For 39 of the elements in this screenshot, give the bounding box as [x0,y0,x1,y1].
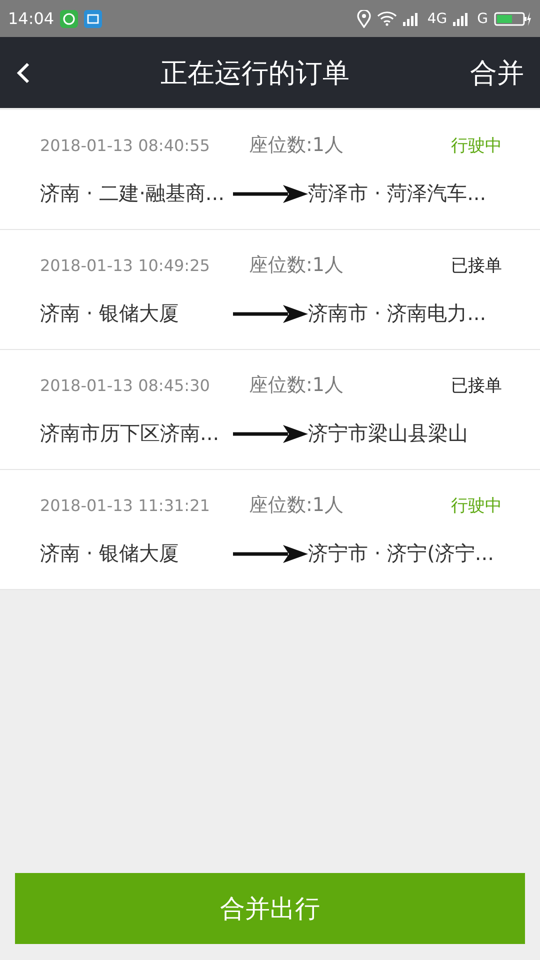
order-status: 行驶中 [451,494,502,516]
origin-text: 济南 · 银储大厦 [40,540,180,567]
origin-text: 济南市历下区济南... [40,420,220,447]
network-type: 4G [427,10,448,26]
destination-text: 济宁市梁山县梁山 [308,420,468,447]
page-title: 正在运行的订单 [160,56,350,90]
order-row[interactable]: 2018-01-13 08:45:30 座位数:1人 已接单 济南市历下区济南... 济宁市梁山县梁山 [0,350,540,470]
origin-text: 济南 · 二建·融基商... [40,180,226,207]
destination-text: 济宁市 · 济宁(济宁... [308,540,494,567]
order-datetime: 2018-01-13 08:40:55 [40,136,211,154]
app-notification-icon [60,10,78,28]
order-datetime: 2018-01-13 08:45:30 [40,376,211,394]
location-icon [357,10,372,28]
order-status: 行驶中 [451,134,502,156]
arrow-icon [233,544,308,564]
status-time: 14:04 [8,9,54,28]
origin-text: 济南 · 银储大厦 [40,300,180,327]
network-type: G [477,10,488,26]
wifi-icon [377,11,398,26]
order-datetime: 2018-01-13 11:31:21 [40,496,211,514]
order-row[interactable]: 2018-01-13 10:49:25 座位数:1人 已接单 济南 · 银储大厦 济南市 · 济南电力... [0,230,540,350]
battery-icon [494,10,532,26]
arrow-icon [233,184,308,204]
seat-count: 座位数:1人 [249,493,344,518]
arrow-icon [233,424,308,444]
order-datetime: 2018-01-13 10:49:25 [40,256,211,274]
seat-count: 座位数:1人 [249,373,344,398]
order-row[interactable]: 2018-01-13 08:40:55 座位数:1人 行驶中 济南 · 二建·融基商... 菏泽市 · 菏泽汽车... [0,110,540,230]
order-status: 已接单 [451,254,502,276]
order-row[interactable]: 2018-01-13 11:31:21 座位数:1人 行驶中 济南 · 银储大厦 济宁市 · 济宁(济宁... [0,470,540,590]
order-status: 已接单 [451,374,502,396]
scan-notification-icon [84,10,102,28]
seat-count: 座位数:1人 [249,253,344,278]
destination-text: 菏泽市 · 菏泽汽车... [308,180,486,207]
arrow-icon [233,304,308,324]
destination-text: 济南市 · 济南电力... [308,300,486,327]
back-icon [16,60,30,84]
merge-button[interactable]: 合并 [470,54,524,90]
seat-count: 座位数:1人 [249,133,344,158]
